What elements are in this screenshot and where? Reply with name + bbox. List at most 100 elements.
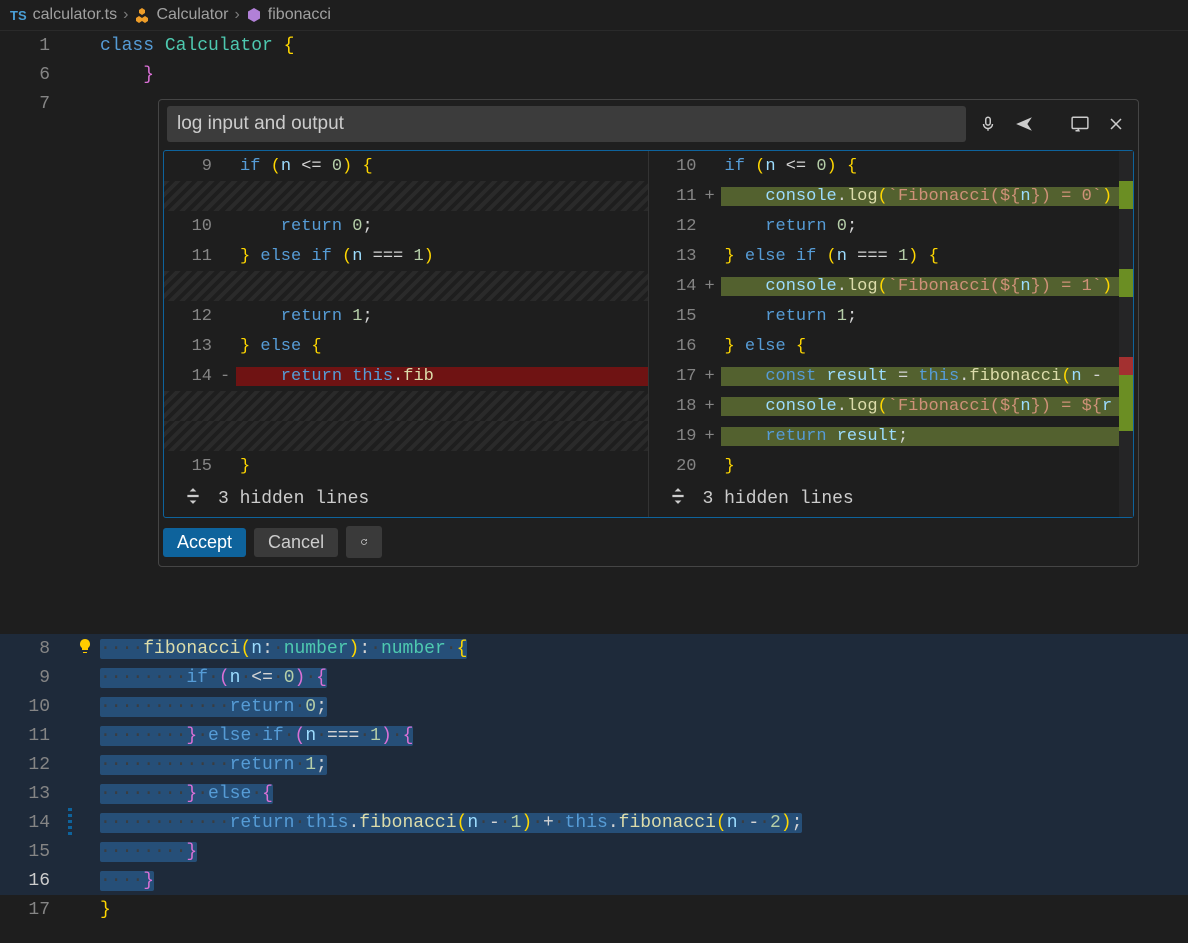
line-number: 11 — [0, 726, 70, 746]
line-number: 14 — [0, 813, 70, 833]
diff-line[interactable]: 12 return 0; — [649, 211, 1134, 241]
inline-chat-actions: Accept Cancel — [159, 518, 1138, 566]
line-number: 7 — [0, 94, 70, 114]
chat-input[interactable] — [167, 106, 966, 142]
line-number: 9 — [164, 157, 220, 176]
mic-icon[interactable] — [974, 110, 1002, 138]
line-number: 11 — [164, 247, 220, 266]
line-number: 12 — [649, 217, 705, 236]
diff-line[interactable]: 20} — [649, 451, 1134, 481]
diff-line[interactable]: 16} else { — [649, 331, 1134, 361]
code-line[interactable]: 11········}·else·if·(n·===·1)·{ — [0, 721, 1188, 750]
diff-line[interactable]: 19+ return result; — [649, 421, 1134, 451]
code-line[interactable]: 17} — [0, 895, 1188, 924]
accept-button[interactable]: Accept — [163, 528, 246, 557]
code-line[interactable]: 15········} — [0, 837, 1188, 866]
diff-line[interactable]: 11} else if (n === 1) — [164, 241, 648, 271]
close-icon[interactable] — [1102, 110, 1130, 138]
chevron-right-icon: › — [123, 6, 128, 24]
diff-line[interactable]: 14+ console.log(`Fibonacci(${n}) = 1`) — [649, 271, 1134, 301]
code-line[interactable]: 16····} — [0, 866, 1188, 895]
cancel-button[interactable]: Cancel — [254, 528, 338, 557]
diff-editor[interactable]: 9if (n <= 0) { 10 return 0;11} else if (n… — [163, 150, 1134, 518]
chat-input-row — [159, 100, 1138, 148]
diff-line[interactable]: 11+ console.log(`Fibonacci(${n}) = 0`) — [649, 181, 1134, 211]
diff-line[interactable]: 13} else if (n === 1) { — [649, 241, 1134, 271]
diff-line[interactable]: 15} — [164, 451, 648, 481]
diff-line[interactable] — [164, 271, 648, 301]
overview-mark — [1119, 181, 1133, 209]
code-line[interactable]: 10············return·0; — [0, 692, 1188, 721]
diff-line[interactable]: 10 return 0; — [164, 211, 648, 241]
inline-chat-widget: 9if (n <= 0) { 10 return 0;11} else if (n… — [158, 99, 1139, 567]
line-number: 12 — [0, 755, 70, 775]
unfold-icon[interactable] — [669, 487, 687, 511]
diff-line[interactable]: 18+ console.log(`Fibonacci(${n}) = ${r — [649, 391, 1134, 421]
diff-line[interactable] — [164, 421, 648, 451]
diff-line[interactable]: 12 return 1; — [164, 301, 648, 331]
line-number: 1 — [0, 36, 70, 56]
code-line[interactable]: 8····fibonacci(n:·number):·number·{ — [0, 634, 1188, 663]
diff-marker: + — [705, 367, 721, 386]
code-line[interactable]: 13········}·else·{ — [0, 779, 1188, 808]
unfold-icon[interactable] — [184, 487, 202, 511]
line-number: 10 — [164, 217, 220, 236]
overview-ruler[interactable] — [1119, 151, 1133, 517]
file-ts-icon: TS — [10, 8, 27, 23]
overview-mark — [1119, 357, 1133, 375]
line-number: 6 — [0, 65, 70, 85]
line-number: 9 — [0, 668, 70, 688]
code-line[interactable]: 1class Calculator { — [0, 31, 1188, 60]
line-number: 11 — [649, 187, 705, 206]
diff-pane-original[interactable]: 9if (n <= 0) { 10 return 0;11} else if (n… — [164, 151, 649, 517]
diff-line[interactable]: 15 return 1; — [649, 301, 1134, 331]
line-number: 19 — [649, 427, 705, 446]
diff-marker: + — [705, 187, 721, 206]
editor-area[interactable]: 1class Calculator {6 }7 9if (n <= 0) {10… — [0, 30, 1188, 118]
line-number: 16 — [0, 871, 70, 891]
breadcrumb-method[interactable]: fibonacci — [268, 6, 331, 24]
send-icon[interactable] — [1010, 110, 1038, 138]
code-line[interactable]: 6 } — [0, 60, 1188, 89]
line-number: 20 — [649, 457, 705, 476]
lightbulb-icon[interactable] — [77, 638, 93, 660]
diff-pane-modified[interactable]: 10if (n <= 0) {11+ console.log(`Fibonacc… — [649, 151, 1134, 517]
hidden-lines-left[interactable]: 3 hidden lines — [164, 481, 648, 517]
line-number: 12 — [164, 307, 220, 326]
diff-marker: - — [220, 367, 236, 386]
overview-mark — [1119, 375, 1133, 431]
diff-line[interactable]: 17+ const result = this.fibonacci(n - — [649, 361, 1134, 391]
diff-line[interactable] — [164, 391, 648, 421]
method-icon — [246, 7, 262, 23]
diff-line[interactable]: 13} else { — [164, 331, 648, 361]
line-number: 10 — [0, 697, 70, 717]
line-number: 15 — [0, 842, 70, 862]
hidden-lines-right[interactable]: 3 hidden lines — [649, 481, 1134, 517]
hidden-lines-label: 3 hidden lines — [218, 489, 369, 509]
open-chat-panel-icon[interactable] — [1066, 110, 1094, 138]
diff-line[interactable] — [164, 181, 648, 211]
hidden-lines-label: 3 hidden lines — [703, 489, 854, 509]
retry-button[interactable] — [346, 526, 382, 558]
code-line[interactable]: 9········if·(n·<=·0)·{ — [0, 663, 1188, 692]
line-number: 17 — [0, 900, 70, 920]
diff-marker: + — [705, 427, 721, 446]
diff-line[interactable]: 14- return this.fib — [164, 361, 648, 391]
line-number: 17 — [649, 367, 705, 386]
code-line[interactable]: 14············return·this.fibonacci(n·-·… — [0, 808, 1188, 837]
diff-line[interactable]: 9if (n <= 0) { — [164, 151, 648, 181]
line-number: 15 — [649, 307, 705, 326]
line-number: 13 — [164, 337, 220, 356]
line-number: 14 — [164, 367, 220, 386]
line-number: 14 — [649, 277, 705, 296]
line-number: 16 — [649, 337, 705, 356]
breadcrumb-file[interactable]: calculator.ts — [33, 6, 117, 24]
line-number: 13 — [0, 784, 70, 804]
lower-editor[interactable]: 8····fibonacci(n:·number):·number·{9····… — [0, 634, 1188, 924]
diff-marker: + — [705, 277, 721, 296]
overview-mark — [1119, 269, 1133, 297]
diff-marker: + — [705, 397, 721, 416]
diff-line[interactable]: 10if (n <= 0) { — [649, 151, 1134, 181]
breadcrumb-class[interactable]: Calculator — [156, 6, 228, 24]
code-line[interactable]: 12············return·1; — [0, 750, 1188, 779]
